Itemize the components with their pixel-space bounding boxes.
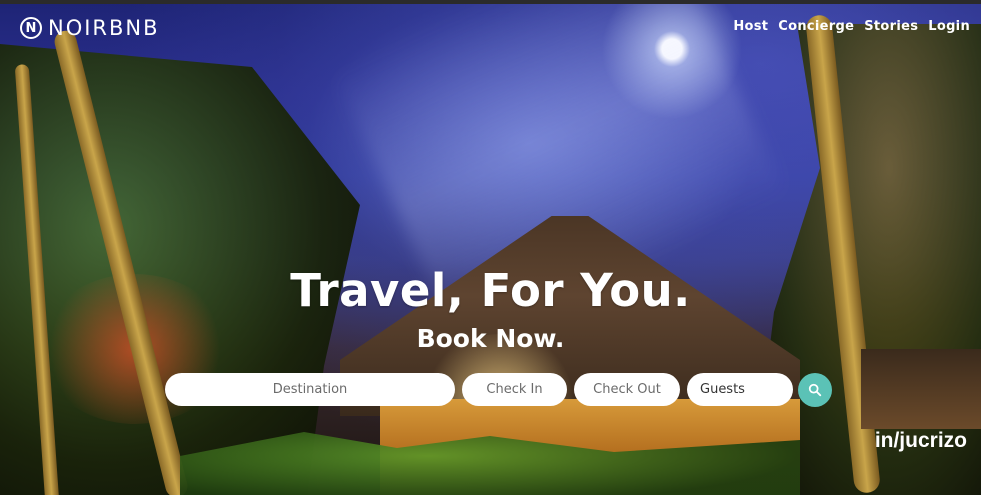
watermark: in/jucrizo [874, 429, 967, 452]
hero-background-image [0, 4, 981, 495]
nav-stories[interactable]: Stories [864, 19, 918, 34]
brand-name: NOIRBNB [48, 16, 160, 40]
hero-title: Travel, For You. [290, 264, 691, 317]
check-out-input[interactable]: Check Out [574, 373, 680, 406]
nav-host[interactable]: Host [733, 19, 768, 34]
nav-concierge[interactable]: Concierge [778, 19, 854, 34]
hero-subtitle: Book Now. [416, 324, 565, 353]
destination-input[interactable]: Destination [165, 373, 455, 406]
circle-n-logo-icon: N [20, 17, 42, 39]
search-icon [808, 383, 822, 397]
top-nav: Host Concierge Stories Login [733, 19, 970, 34]
guests-select[interactable]: Guests [687, 373, 793, 406]
nav-login[interactable]: Login [928, 19, 970, 34]
deck [861, 349, 981, 429]
page: N NOIRBNB Host Concierge Stories Login T… [0, 0, 981, 495]
check-in-input[interactable]: Check In [462, 373, 567, 406]
brand-logo[interactable]: N NOIRBNB [20, 16, 160, 40]
search-button[interactable] [798, 373, 832, 407]
